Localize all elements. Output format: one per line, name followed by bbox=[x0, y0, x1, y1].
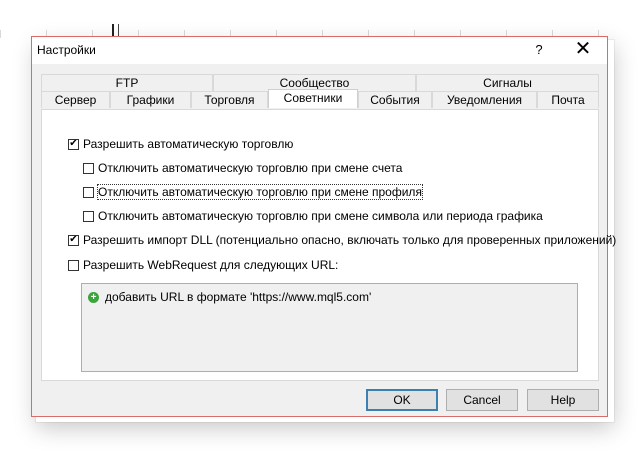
plus-circle-icon[interactable]: + bbox=[88, 291, 99, 303]
webrequest-url-list[interactable]: + добавить URL в формате 'https://www.mq… bbox=[81, 283, 578, 372]
tab-server[interactable]: Сервер bbox=[41, 91, 110, 108]
titlebar-help-button[interactable]: ? bbox=[525, 39, 553, 61]
allow-auto-trading-checkbox[interactable]: ✔ bbox=[68, 138, 79, 150]
allow-webrequest-option[interactable]: Разрешить WebRequest для следующих URL: bbox=[68, 257, 338, 273]
tab-email[interactable]: Почта bbox=[537, 91, 599, 108]
help-button[interactable]: Help bbox=[527, 389, 599, 411]
tab-ftp[interactable]: FTP bbox=[41, 74, 213, 91]
disable-on-symbol-change-checkbox[interactable] bbox=[83, 210, 94, 222]
disable-on-account-change-checkbox[interactable] bbox=[83, 162, 94, 174]
tab-expert-advisors[interactable]: Советники bbox=[268, 89, 358, 108]
ok-button[interactable]: OK bbox=[366, 389, 438, 411]
disable-on-symbol-change-label: Отключить автоматическую торговлю при см… bbox=[98, 209, 543, 223]
allow-webrequest-label: Разрешить WebRequest для следующих URL: bbox=[83, 258, 339, 272]
add-url-row[interactable]: + добавить URL в формате 'https://www.mq… bbox=[88, 290, 371, 304]
allow-webrequest-checkbox[interactable] bbox=[68, 259, 79, 271]
tab-signals[interactable]: Сигналы bbox=[416, 74, 599, 91]
allow-dll-import-checkbox[interactable]: ✔ bbox=[68, 234, 79, 246]
close-icon[interactable]: ✕ bbox=[565, 39, 601, 61]
disable-on-profile-change-checkbox[interactable] bbox=[83, 186, 94, 198]
disable-on-account-change-option[interactable]: Отключить автоматическую торговлю при см… bbox=[83, 160, 402, 176]
cancel-button[interactable]: Cancel bbox=[446, 389, 518, 411]
disable-on-profile-change-option[interactable]: Отключить автоматическую торговлю при см… bbox=[83, 184, 423, 200]
tab-charts[interactable]: Графики bbox=[110, 91, 191, 108]
allow-dll-import-option[interactable]: ✔ Разрешить импорт DLL (потенциально опа… bbox=[68, 232, 616, 248]
disable-on-account-change-label: Отключить автоматическую торговлю при см… bbox=[98, 161, 403, 175]
tab-events[interactable]: События bbox=[358, 91, 432, 108]
settings-dialog: Настройки ? ✕ FTP Сообщество Сигналы Сер… bbox=[31, 36, 616, 417]
disable-on-symbol-change-option[interactable]: Отключить автоматическую торговлю при см… bbox=[83, 208, 543, 224]
dialog-title: Настройки bbox=[37, 43, 96, 57]
allow-auto-trading-option[interactable]: ✔ Разрешить автоматическую торговлю bbox=[68, 136, 293, 152]
tab-trade[interactable]: Торговля bbox=[191, 91, 268, 108]
add-url-label[interactable]: добавить URL в формате 'https://www.mql5… bbox=[105, 290, 371, 304]
allow-dll-import-label: Разрешить импорт DLL (потенциально опасн… bbox=[83, 233, 617, 247]
allow-auto-trading-label: Разрешить автоматическую торговлю bbox=[83, 137, 294, 151]
tab-notifications[interactable]: Уведомления bbox=[432, 91, 537, 108]
titlebar: Настройки ? ✕ bbox=[32, 37, 607, 64]
disable-on-profile-change-label: Отключить автоматическую торговлю при см… bbox=[97, 184, 423, 200]
